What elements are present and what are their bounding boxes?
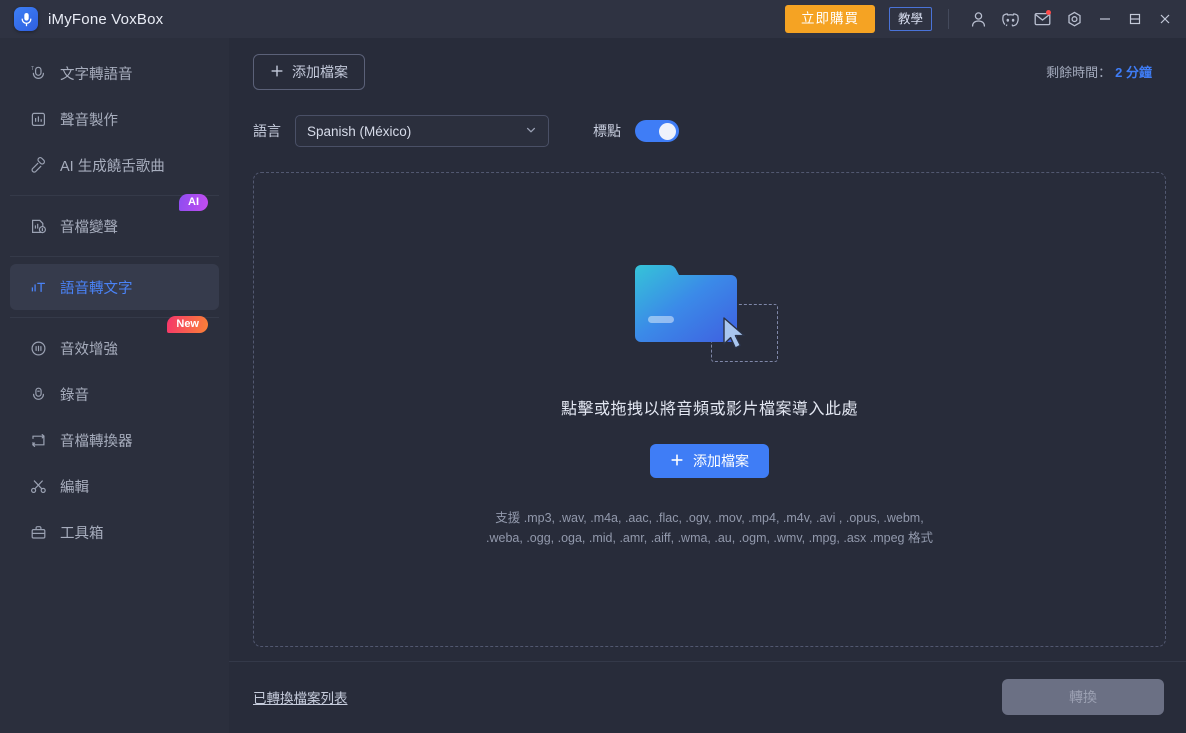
add-file-primary-label: 添加檔案 <box>693 453 749 469</box>
sidebar-item-speech-to-text[interactable]: 語音轉文字 <box>10 264 219 310</box>
tutorial-button[interactable]: 教學 <box>888 7 932 31</box>
supported-formats: 支援 .mp3, .wav, .m4a, .aac, .flac, .ogv, … <box>450 508 970 548</box>
supported-formats-line-2: .weba, .ogg, .oga, .mid, .amr, .aiff, .w… <box>486 531 933 545</box>
maximize-icon[interactable] <box>1120 0 1150 38</box>
sidebar-item-voice-studio[interactable]: 聲音製作 <box>10 96 219 142</box>
toolbar-top-row: 添加檔案 剩餘時間： 2 分鐘 <box>253 54 1166 90</box>
text-to-speech-icon: T <box>29 64 48 83</box>
toolbar-divider <box>948 9 949 29</box>
plus-icon <box>670 453 684 470</box>
add-file-outline-label: 添加檔案 <box>292 64 348 80</box>
sidebar-item-label: 錄音 <box>60 387 89 404</box>
sidebar-item-toolbox[interactable]: 工具箱 <box>10 509 219 555</box>
minimize-icon[interactable] <box>1090 0 1120 38</box>
sidebar-item-audio-converter[interactable]: 音檔轉換器 <box>10 417 219 463</box>
add-file-primary-button[interactable]: 添加檔案 <box>650 444 769 478</box>
sidebar-item-label: 音檔轉換器 <box>60 433 133 450</box>
main-content: 添加檔案 剩餘時間： 2 分鐘 語言 Spanish (México) 標點 點… <box>229 38 1186 733</box>
supported-formats-line-1: 支援 .mp3, .wav, .m4a, .aac, .flac, .ogv, … <box>495 511 924 525</box>
remaining-time-label: 剩餘時間： <box>1046 65 1112 80</box>
sidebar-item-ai-rap-song[interactable]: AI 生成饒舌歌曲 <box>10 142 219 188</box>
buy-now-button[interactable]: 立即購買 <box>784 5 875 33</box>
voice-studio-icon <box>29 110 48 129</box>
sidebar-item-label: 語音轉文字 <box>60 280 133 297</box>
title-bar: iMyFone VoxBox 立即購買 教學 <box>0 0 1186 38</box>
sidebar-item-label: 編輯 <box>60 479 89 496</box>
file-dropzone[interactable]: 點擊或拖拽以將音頻或影片檔案導入此處 添加檔案 支援 .mp3, .wav, .… <box>253 172 1166 647</box>
svg-text:T: T <box>31 66 34 72</box>
voice-changer-icon <box>29 217 48 236</box>
status-badge: New <box>167 316 208 333</box>
language-select-value: Spanish (México) <box>307 123 412 139</box>
ai-rap-song-icon <box>29 156 48 175</box>
status-badge: AI <box>179 194 208 211</box>
toolbar-options-row: 語言 Spanish (México) 標點 <box>253 114 1166 148</box>
sidebar-item-voice-changer[interactable]: AI 音檔變聲 <box>10 194 219 249</box>
mail-notification-dot <box>1046 10 1051 15</box>
chevron-down-icon <box>525 124 537 139</box>
recorder-icon <box>29 385 48 404</box>
remaining-time: 剩餘時間： 2 分鐘 <box>1046 62 1152 81</box>
toolbox-icon <box>29 523 48 542</box>
sidebar: T 文字轉語音 聲音製作 AI 生成饒舌歌曲 AI 音檔變聲 語音轉文字 New… <box>0 38 229 733</box>
sidebar-divider <box>10 256 219 257</box>
scissors-edit-icon <box>29 477 48 496</box>
sidebar-item-label: 文字轉語音 <box>60 66 133 83</box>
sidebar-item-edit[interactable]: 編輯 <box>10 463 219 509</box>
folder-illustration <box>625 258 795 373</box>
app-title: iMyFone VoxBox <box>48 10 164 28</box>
audio-converter-icon <box>29 431 48 450</box>
sidebar-item-recorder[interactable]: 錄音 <box>10 371 219 417</box>
footer-bar: 已轉換檔案列表 轉換 <box>229 661 1186 733</box>
punctuation-toggle[interactable] <box>635 120 679 142</box>
sidebar-item-text-to-speech[interactable]: T 文字轉語音 <box>10 50 219 96</box>
mail-icon[interactable] <box>1026 0 1058 38</box>
microphone-logo-icon <box>14 7 38 31</box>
dropzone-hint: 點擊或拖拽以將音頻或影片檔案導入此處 <box>560 401 858 418</box>
title-bar-left: iMyFone VoxBox <box>0 7 163 31</box>
plus-icon <box>270 64 284 81</box>
sidebar-item-label: 音檔變聲 <box>60 219 118 236</box>
sidebar-item-label: 工具箱 <box>60 525 104 542</box>
sidebar-item-audio-enhance[interactable]: New 音效增強 <box>10 316 219 371</box>
speech-to-text-icon <box>29 278 48 297</box>
language-select[interactable]: Spanish (México) <box>295 115 549 147</box>
convert-button[interactable]: 轉換 <box>1002 679 1164 715</box>
title-bar-right: 立即購買 教學 <box>784 0 1186 38</box>
audio-enhance-icon <box>29 339 48 358</box>
app-window: iMyFone VoxBox 立即購買 教學 T 文字轉語音 聲音製作 AI 生… <box>0 0 1186 733</box>
settings-icon[interactable] <box>1058 0 1090 38</box>
remaining-time-value: 2 分鐘 <box>1115 65 1152 80</box>
language-label: 語言 <box>253 123 281 139</box>
close-icon[interactable] <box>1150 0 1180 38</box>
discord-icon[interactable] <box>994 0 1026 38</box>
converted-file-list-link[interactable]: 已轉換檔案列表 <box>253 687 348 707</box>
toggle-knob <box>659 122 676 140</box>
sidebar-item-label: AI 生成饒舌歌曲 <box>60 158 165 175</box>
add-file-outline-button[interactable]: 添加檔案 <box>253 54 365 90</box>
sidebar-item-label: 聲音製作 <box>60 112 118 129</box>
cursor-arrow-icon <box>722 317 745 349</box>
sidebar-item-label: 音效增強 <box>60 341 118 358</box>
account-icon[interactable] <box>962 0 994 38</box>
punctuation-label: 標點 <box>593 123 621 139</box>
